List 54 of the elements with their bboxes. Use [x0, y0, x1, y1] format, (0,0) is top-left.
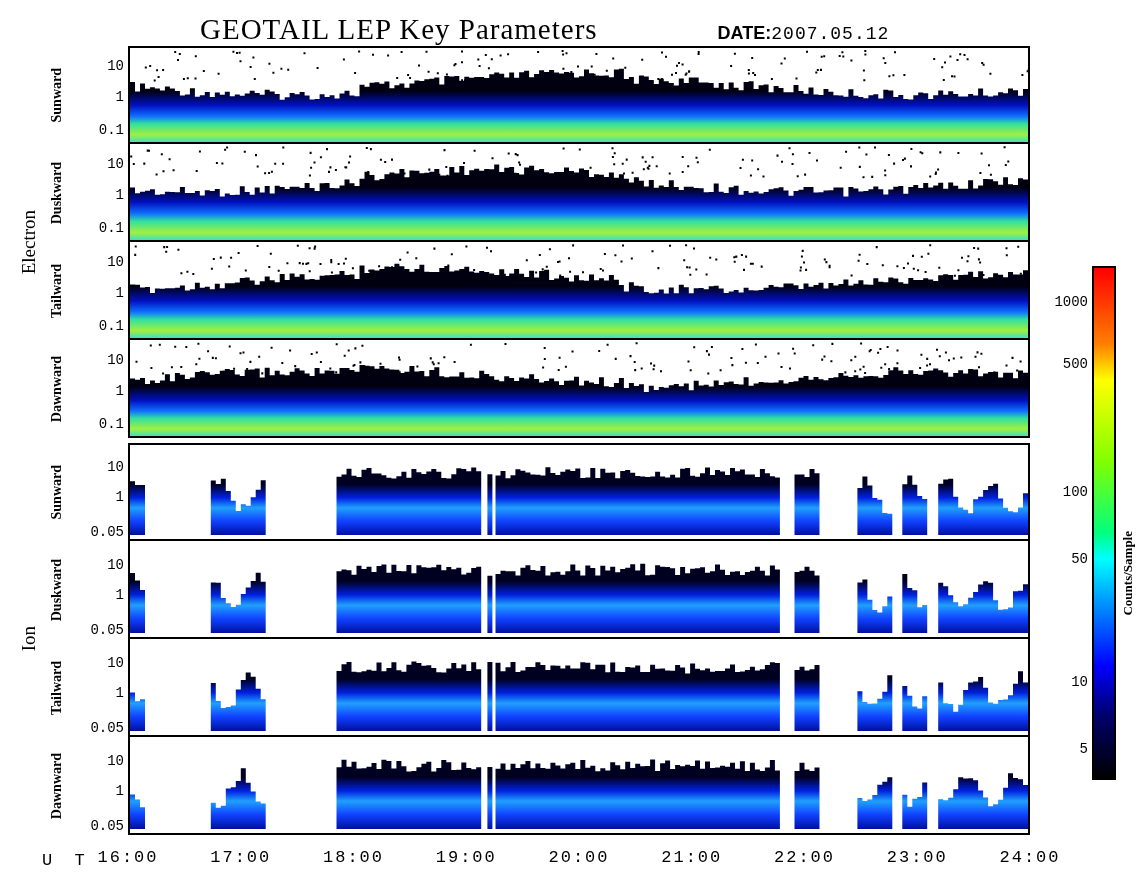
panel-label: Sunward [49, 67, 65, 123]
x-tick-label: 24:00 [999, 848, 1061, 867]
x-tick-label: 23:00 [886, 848, 948, 867]
x-axis-label: U T [42, 850, 91, 870]
date-value: 2007.05.12 [771, 24, 890, 44]
y-tick-label: 10 [107, 155, 124, 172]
y-tick-label: 10 [107, 351, 124, 368]
panel-label: Tailward [49, 661, 65, 715]
colorbar-tick-label: 100 [1062, 484, 1088, 501]
y-tick-label: 0.05 [90, 720, 124, 737]
panel-label: Dawnward [49, 752, 65, 820]
y-tick-label: 0.1 [98, 220, 124, 237]
y-tick-label: 0.05 [90, 818, 124, 835]
y-tick-label: 1 [115, 88, 124, 105]
panel-label: Sunward [49, 464, 65, 520]
y-tick-label: 10 [107, 458, 124, 475]
colorbar-tick-label: 10 [1071, 674, 1088, 691]
panel-label: Duskward [49, 161, 65, 225]
y-tick-label: 1 [115, 284, 124, 301]
y-tick-label: 10 [107, 253, 124, 270]
chart-title: GEOTAIL LEP Key Parameters [200, 13, 598, 46]
x-tick-label: 17:00 [210, 848, 272, 867]
y-tick-label: 1 [115, 382, 124, 399]
y-tick-label: 10 [107, 752, 124, 769]
colorbar-tick-label: 1000 [1054, 293, 1088, 310]
y-tick-label: 0.1 [98, 416, 124, 433]
y-tick-label: 0.05 [90, 622, 124, 639]
colorbar-tick-label: 50 [1071, 550, 1088, 567]
colorbar-tick-label: 500 [1062, 355, 1088, 372]
date-label: DATE: [717, 23, 772, 44]
y-tick-label: 0.1 [98, 122, 124, 139]
y-tick-label: 0.05 [90, 524, 124, 541]
x-tick-label: 20:00 [548, 848, 610, 867]
group-label: Electron [18, 209, 40, 275]
x-tick-label: 21:00 [661, 848, 723, 867]
y-tick-label: 1 [115, 186, 124, 203]
x-tick-label: 22:00 [774, 848, 835, 867]
colorbar-label: Counts/Sample [1120, 530, 1136, 616]
y-tick-label: 1 [115, 488, 124, 505]
x-tick-label: 18:00 [323, 848, 384, 867]
panel-label: Dawnward [49, 355, 65, 423]
colorbar-tick-label: 5 [1079, 741, 1088, 758]
y-tick-label: 10 [107, 57, 124, 74]
y-tick-label: 10 [107, 654, 124, 671]
panel-label: Tailward [49, 264, 65, 318]
y-tick-label: 1 [115, 782, 124, 799]
y-tick-label: 10 [107, 556, 124, 573]
y-tick-label: 1 [115, 684, 124, 701]
group-label: Ion [18, 626, 40, 652]
panel-label: Duskward [49, 558, 65, 622]
y-tick-label: 0.1 [98, 318, 124, 335]
x-tick-label: 16:00 [97, 848, 159, 867]
x-tick-label: 19:00 [435, 848, 497, 867]
y-tick-label: 1 [115, 586, 124, 603]
